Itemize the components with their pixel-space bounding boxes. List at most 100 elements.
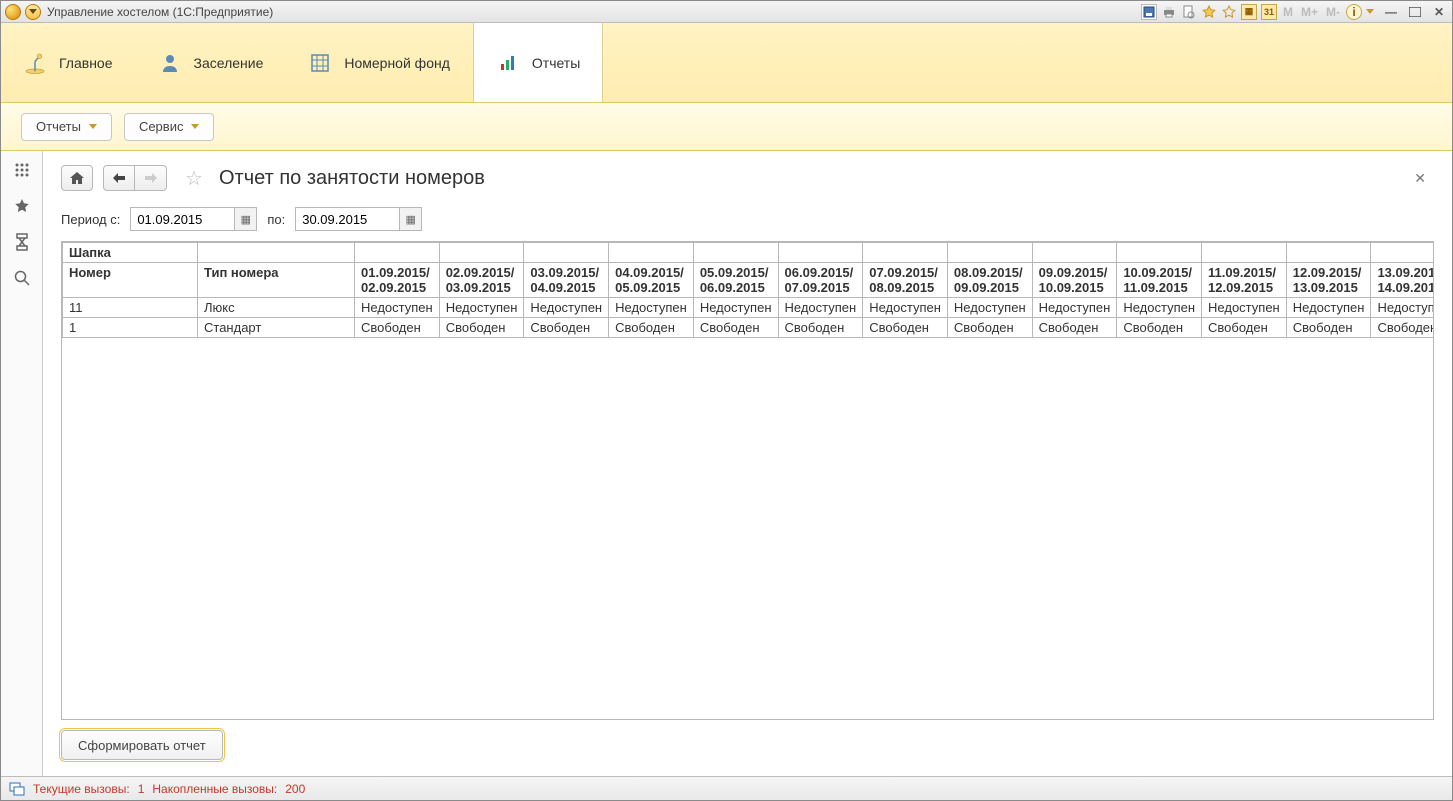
tab-reports[interactable]: Отчеты [473,23,603,102]
room-number-cell[interactable]: 1 [63,318,198,338]
status-cell[interactable]: Недоступен [778,298,863,318]
tab-rooms[interactable]: Номерной фонд [286,23,473,102]
status-cell[interactable]: Свободен [1371,318,1433,338]
info-dropdown-icon[interactable] [1366,9,1374,14]
room-type-cell[interactable]: Стандарт [198,318,355,338]
status-cell[interactable]: Недоступен [1032,298,1117,318]
home-button[interactable] [61,165,93,191]
table-row[interactable]: 11ЛюксНедоступенНедоступенНедоступенНедо… [63,298,1434,318]
status-cell[interactable]: Свободен [1117,318,1202,338]
status-cell[interactable]: Недоступен [947,298,1032,318]
status-cell[interactable]: Свободен [524,318,609,338]
status-cell[interactable]: Свободен [947,318,1032,338]
date-span-cell[interactable] [1371,243,1433,263]
reports-dropdown-button[interactable]: Отчеты [21,113,112,141]
date-header-cell[interactable]: 09.09.2015/10.09.2015 [1032,263,1117,298]
star-icon[interactable] [13,197,31,215]
memory-m-icon[interactable]: M [1281,5,1295,19]
date-header-cell[interactable]: 11.09.2015/12.09.2015 [1202,263,1287,298]
status-cell[interactable]: Недоступен [609,298,694,318]
info-icon[interactable]: i [1346,4,1362,20]
date-header-cell[interactable]: 06.09.2015/07.09.2015 [778,263,863,298]
date-span-cell[interactable] [1286,243,1371,263]
date-span-cell[interactable] [693,243,778,263]
status-cell[interactable]: Недоступен [1117,298,1202,318]
save-icon[interactable] [1141,4,1157,20]
close-page-button[interactable]: ✕ [1406,166,1434,191]
favorite-star-button[interactable]: ☆ [183,167,205,189]
status-cell[interactable]: Свободен [1032,318,1117,338]
status-cell[interactable]: Недоступен [1202,298,1287,318]
search-icon[interactable] [13,269,31,287]
date-header-cell[interactable]: 07.09.2015/08.09.2015 [863,263,948,298]
status-icon[interactable] [9,781,25,797]
room-number-cell[interactable]: 11 [63,298,198,318]
status-cell[interactable]: Свободен [863,318,948,338]
date-to-input[interactable] [295,207,400,231]
grid-scroll[interactable]: Шапка Номер Тип номера 01.09.2015/02.09.… [62,242,1433,719]
calendar-icon[interactable]: ▦ [400,207,422,231]
close-button[interactable]: ✕ [1430,4,1448,20]
status-cell[interactable]: Недоступен [1371,298,1433,318]
status-cell[interactable]: Свободен [355,318,440,338]
date-header-cell[interactable]: 12.09.2015/13.09.2015 [1286,263,1371,298]
date-span-cell[interactable] [947,243,1032,263]
tab-checkin[interactable]: Заселение [136,23,287,102]
date-span-cell[interactable] [778,243,863,263]
status-cell[interactable]: Свободен [1202,318,1287,338]
date-header-cell[interactable]: 05.09.2015/06.09.2015 [693,263,778,298]
date-span-cell[interactable] [1117,243,1202,263]
status-cell[interactable]: Свободен [439,318,524,338]
favorite-icon[interactable] [1221,4,1237,20]
favorite-add-icon[interactable] [1201,4,1217,20]
date-span-cell[interactable] [439,243,524,263]
calendar-icon[interactable]: ▦ [235,207,257,231]
memory-mplus-icon[interactable]: M+ [1299,5,1320,19]
calculator-icon[interactable]: ▦ [1241,4,1257,20]
date-header-cell[interactable]: 03.09.2015/04.09.2015 [524,263,609,298]
status-cell[interactable]: Свободен [609,318,694,338]
date-header-cell[interactable]: 08.09.2015/09.09.2015 [947,263,1032,298]
room-type-cell[interactable]: Люкс [198,298,355,318]
print-icon[interactable] [1161,4,1177,20]
maximize-button[interactable] [1406,4,1424,20]
date-span-cell[interactable] [1032,243,1117,263]
col-number-header[interactable]: Номер [63,263,198,298]
date-header-cell[interactable]: 13.09.2015/14.09.2015 [1371,263,1433,298]
shapka-cell[interactable]: Шапка [63,243,198,263]
status-cell[interactable]: Недоступен [524,298,609,318]
status-cell[interactable]: Недоступен [439,298,524,318]
forward-button[interactable] [135,165,167,191]
generate-report-button[interactable]: Сформировать отчет [61,730,223,760]
date-span-cell[interactable] [609,243,694,263]
apps-icon[interactable] [13,161,31,179]
date-span-cell[interactable] [355,243,440,263]
back-button[interactable] [103,165,135,191]
tab-main[interactable]: Главное [1,23,136,102]
service-dropdown-button[interactable]: Сервис [124,113,215,141]
date-span-cell[interactable] [524,243,609,263]
date-header-cell[interactable]: 01.09.2015/02.09.2015 [355,263,440,298]
status-cell[interactable]: Свободен [1286,318,1371,338]
col-type-header[interactable]: Тип номера [198,263,355,298]
minimize-button[interactable]: — [1382,4,1400,20]
status-cell[interactable]: Свободен [778,318,863,338]
status-cell[interactable]: Недоступен [863,298,948,318]
history-icon[interactable] [13,233,31,251]
status-cell[interactable]: Свободен [693,318,778,338]
date-span-cell[interactable] [863,243,948,263]
system-menu-button[interactable] [25,4,41,20]
date-header-cell[interactable]: 04.09.2015/05.09.2015 [609,263,694,298]
preview-icon[interactable] [1181,4,1197,20]
table-row[interactable]: 1СтандартСвободенСвободенСвободенСвободе… [63,318,1434,338]
status-cell[interactable]: Недоступен [1286,298,1371,318]
date-from-input[interactable] [130,207,235,231]
status-cell[interactable]: Недоступен [355,298,440,318]
date-span-cell[interactable] [1202,243,1287,263]
empty-header-cell[interactable] [198,243,355,263]
date-header-cell[interactable]: 10.09.2015/11.09.2015 [1117,263,1202,298]
memory-mminus-icon[interactable]: M- [1324,5,1342,19]
status-cell[interactable]: Недоступен [693,298,778,318]
calendar-icon[interactable]: 31 [1261,4,1277,20]
date-header-cell[interactable]: 02.09.2015/03.09.2015 [439,263,524,298]
